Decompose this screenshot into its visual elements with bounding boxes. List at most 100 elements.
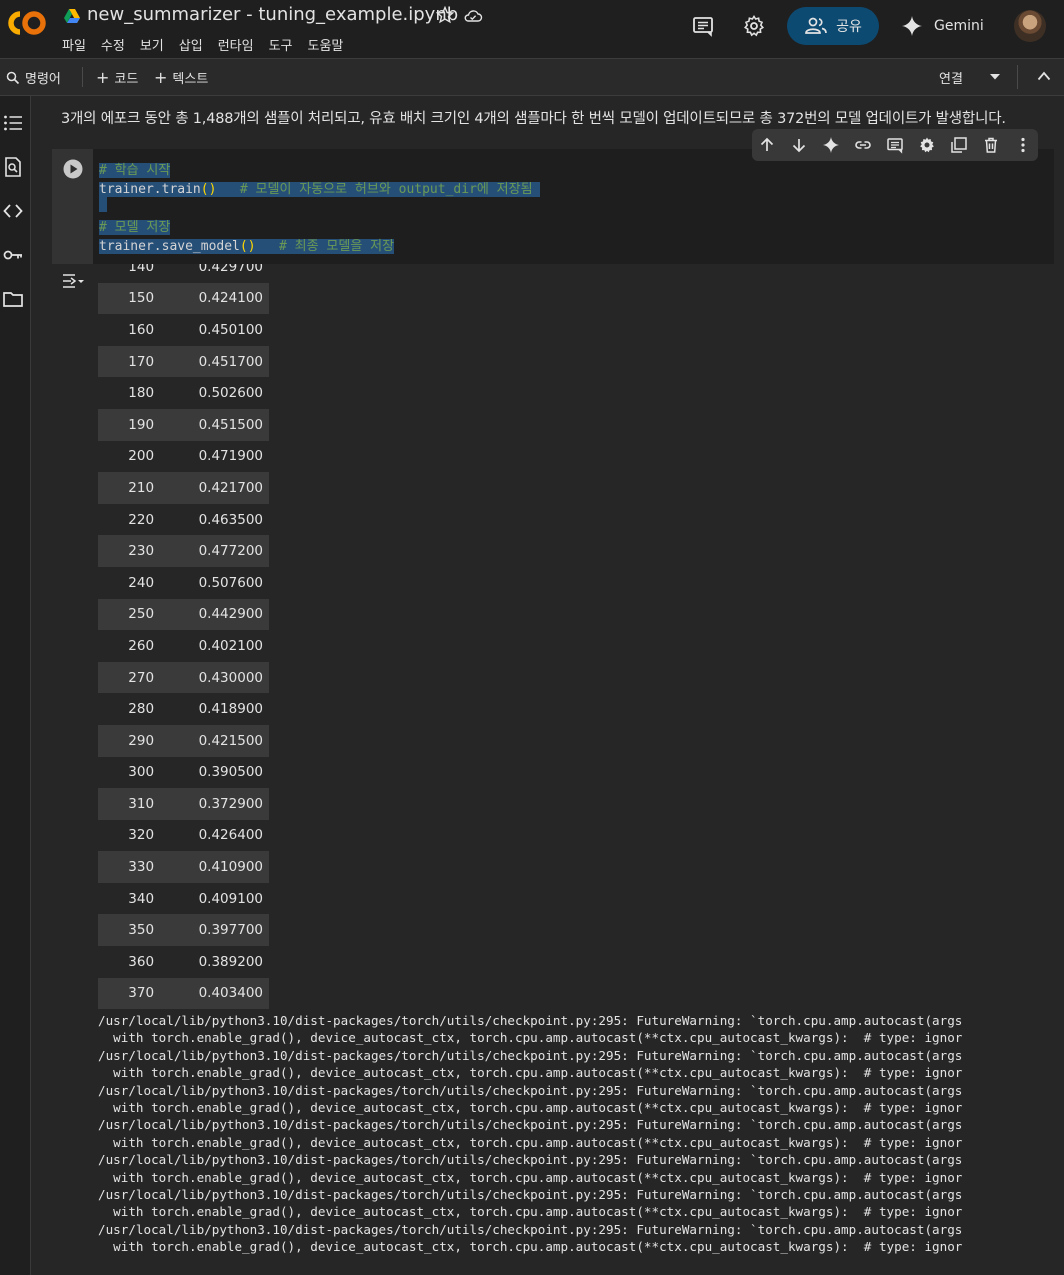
- find-in-page-icon[interactable]: [2, 156, 24, 178]
- table-of-contents-icon[interactable]: [2, 112, 24, 134]
- code-cell[interactable]: # 학습 시작 trainer.train() # 모델이 자동으로 허브와 o…: [52, 149, 1054, 264]
- table-row: 300 0.390500: [98, 757, 269, 789]
- code-comment: # 최종 모델을 저장: [279, 239, 395, 254]
- menu-file[interactable]: 파일: [62, 35, 86, 54]
- run-cell-button[interactable]: [63, 159, 83, 179]
- add-text-cell-button[interactable]: + 텍스트: [154, 68, 208, 87]
- move-up-icon[interactable]: [758, 136, 776, 154]
- warning-line: with torch.enable_grad(), device_autocas…: [98, 1065, 963, 1081]
- step-cell: 340: [128, 890, 155, 907]
- warning-line: /usr/local/lib/python3.10/dist-packages/…: [98, 1013, 963, 1028]
- step-cell: 270: [128, 669, 155, 686]
- connect-label: 연결: [939, 72, 963, 87]
- comment-icon[interactable]: [886, 136, 904, 154]
- step-cell: 370: [128, 985, 155, 1002]
- step-cell: 210: [128, 479, 155, 496]
- warning-line: with torch.enable_grad(), device_autocas…: [98, 1239, 963, 1255]
- table-row: 140 0.429700: [98, 264, 269, 283]
- code-call: trainer.save_model: [99, 239, 240, 254]
- loss-cell: 0.430000: [198, 669, 263, 686]
- loss-cell: 0.507600: [198, 574, 263, 591]
- chevron-down-icon[interactable]: [989, 73, 1001, 81]
- code-comment: # 모델이 자동으로 허브와 output_dir에 저장됨: [239, 182, 533, 197]
- delete-trash-icon[interactable]: [982, 136, 1000, 154]
- more-options-icon[interactable]: [1014, 136, 1032, 154]
- code-editor[interactable]: # 학습 시작 trainer.train() # 모델이 자동으로 허브와 o…: [93, 149, 1054, 264]
- loss-cell: 0.450100: [198, 321, 263, 338]
- step-cell: 200: [128, 448, 155, 465]
- loss-cell: 0.421500: [198, 732, 263, 749]
- loss-cell: 0.442900: [198, 606, 263, 623]
- loss-cell: 0.451500: [198, 416, 263, 433]
- chevron-up-icon[interactable]: [1037, 70, 1051, 82]
- loss-cell: 0.372900: [198, 795, 263, 812]
- code-line-2: trainer.train() # 모델이 자동으로 허브와 output_di…: [99, 178, 541, 197]
- warning-line: /usr/local/lib/python3.10/dist-packages/…: [98, 1187, 963, 1203]
- files-folder-icon[interactable]: [2, 288, 24, 310]
- step-cell: 160: [128, 321, 155, 338]
- table-row: 230 0.477200: [98, 535, 269, 567]
- menu-runtime[interactable]: 런타임: [218, 35, 254, 54]
- notebook-title[interactable]: new_summarizer - tuning_example.ipynb: [87, 4, 458, 25]
- code-snippets-icon[interactable]: [2, 200, 24, 222]
- app-header: new_summarizer - tuning_example.ipynb 파일…: [0, 0, 1064, 58]
- user-avatar[interactable]: [1014, 10, 1046, 42]
- menu-view[interactable]: 보기: [140, 35, 164, 54]
- settings-gear-icon[interactable]: [742, 14, 766, 38]
- comment-icon[interactable]: [691, 14, 715, 38]
- table-row: 350 0.397700: [98, 914, 269, 947]
- output-scrollbar[interactable]: [1055, 264, 1064, 1266]
- mirror-cell-icon[interactable]: [950, 136, 968, 154]
- loss-cell: 0.418900: [198, 701, 263, 718]
- plus-icon: +: [154, 68, 168, 87]
- table-row: 280 0.418900: [98, 693, 269, 725]
- table-row: 210 0.421700: [98, 472, 269, 504]
- colab-logo-icon[interactable]: [6, 8, 48, 38]
- cell-settings-gear-icon[interactable]: [918, 136, 936, 154]
- menu-edit[interactable]: 수정: [101, 35, 125, 54]
- star-icon[interactable]: [436, 6, 454, 24]
- warning-output: /usr/local/lib/python3.10/dist-packages/…: [98, 1012, 962, 1256]
- menu-tools[interactable]: 도구: [269, 35, 293, 54]
- step-cell: 290: [128, 732, 155, 749]
- loss-cell: 0.403400: [198, 985, 263, 1002]
- share-button[interactable]: 공유: [787, 7, 879, 45]
- code-line-1: # 학습 시작: [99, 159, 171, 178]
- warning-line: with torch.enable_grad(), device_autocas…: [98, 1204, 963, 1220]
- markdown-text-cell[interactable]: 3개의 에포크 동안 총 1,488개의 샘플이 처리되고, 유효 배치 크기인…: [61, 107, 1006, 128]
- add-text-label: 텍스트: [172, 72, 209, 87]
- step-cell: 260: [128, 637, 155, 654]
- cloud-saved-icon[interactable]: [463, 7, 483, 25]
- warning-line: /usr/local/lib/python3.10/dist-packages/…: [98, 1221, 963, 1237]
- loss-cell: 0.424100: [198, 290, 263, 307]
- secrets-key-icon[interactable]: [2, 244, 24, 266]
- table-row: 290 0.421500: [98, 724, 269, 757]
- loss-cell: 0.397700: [198, 922, 263, 939]
- gemini-button[interactable]: Gemini: [900, 12, 984, 40]
- connect-runtime-button[interactable]: 연결: [939, 68, 963, 87]
- add-code-cell-button[interactable]: + 코드: [96, 68, 138, 87]
- menu-bar: 파일 수정 보기 삽입 런타임 도구 도움말: [62, 35, 358, 54]
- plus-icon: +: [96, 68, 110, 87]
- table-row: 180 0.502600: [98, 377, 269, 409]
- step-cell: 250: [128, 606, 155, 623]
- people-icon: [805, 17, 827, 34]
- table-row: 360 0.389200: [98, 946, 269, 978]
- loss-cell: 0.502600: [198, 385, 263, 402]
- gemini-sparkle-icon[interactable]: [822, 136, 840, 154]
- menu-insert[interactable]: 삽입: [179, 35, 203, 54]
- loss-cell: 0.390500: [198, 764, 263, 781]
- warning-line: /usr/local/lib/python3.10/dist-packages/…: [98, 1082, 963, 1098]
- loss-cell: 0.410900: [198, 859, 263, 876]
- menu-help[interactable]: 도움말: [308, 35, 344, 54]
- link-icon[interactable]: [854, 136, 872, 154]
- table-row: 160 0.450100: [98, 314, 269, 346]
- output-actions-icon[interactable]: [61, 272, 85, 292]
- step-cell: 320: [128, 827, 155, 844]
- warning-line: /usr/local/lib/python3.10/dist-packages/…: [98, 1117, 963, 1133]
- loss-cell: 0.409100: [198, 890, 263, 907]
- move-down-icon[interactable]: [790, 136, 808, 154]
- command-palette-button[interactable]: 명령어: [6, 68, 61, 87]
- loss-cell: 0.451700: [198, 353, 263, 370]
- google-drive-icon[interactable]: [64, 8, 80, 24]
